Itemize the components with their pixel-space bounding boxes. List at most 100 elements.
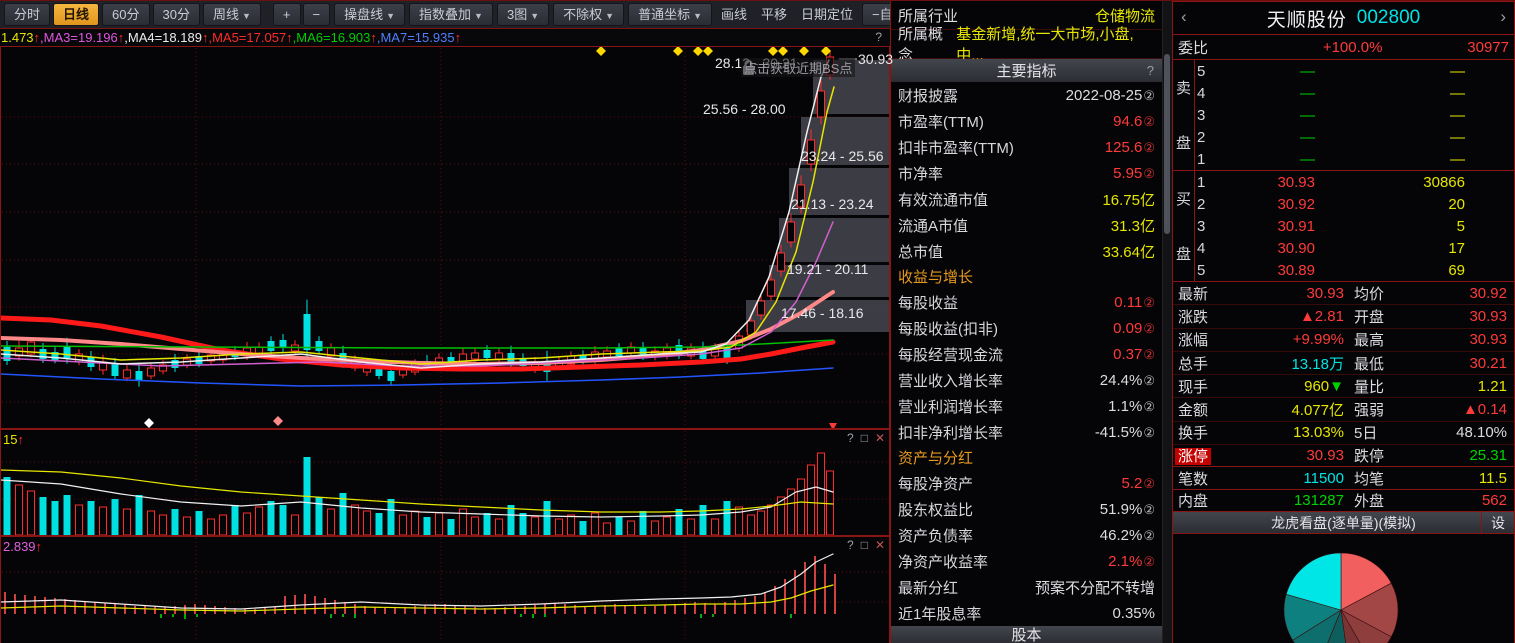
bs-points-tip[interactable]: 点击获取近期BS点: [741, 58, 855, 77]
buy-level-row[interactable]: 230.9220: [1195, 193, 1514, 215]
menu-3图[interactable]: 3图▼: [497, 3, 549, 26]
menu-普通坐标[interactable]: 普通坐标▼: [628, 3, 712, 26]
info-row[interactable]: 最新分红预案不分配不转增: [891, 574, 1162, 600]
buy-level-row[interactable]: 330.915: [1195, 215, 1514, 237]
stat-label: 最高: [1346, 329, 1408, 350]
menu-日期定位[interactable]: 日期定位: [796, 4, 858, 25]
sell-level-row[interactable]: 3——: [1195, 104, 1514, 126]
sell-level-row[interactable]: 1——: [1195, 148, 1514, 170]
info-row-value: 31.3亿: [1111, 215, 1155, 236]
sell-level-row[interactable]: 2——: [1195, 126, 1514, 148]
stat-label: 均价: [1346, 283, 1408, 304]
buy-level-row[interactable]: 430.9017: [1195, 237, 1514, 259]
zoom-out-button[interactable]: −: [303, 3, 331, 26]
info-row[interactable]: 每股净资产5.2②: [891, 470, 1162, 496]
period-tab-60分[interactable]: 60分: [102, 3, 149, 26]
stat-value: 30.93: [1240, 285, 1346, 302]
info-row-value: 24.4%②: [1100, 372, 1155, 389]
info-row[interactable]: 财报披露2022-08-25②: [891, 82, 1162, 108]
period-tab-日线[interactable]: 日线: [53, 3, 99, 26]
main-candlestick-chart[interactable]: 28.12 - 30.2125.56 - 28.0023.24 - 25.562…: [0, 46, 890, 429]
zoom-in-button[interactable]: +: [273, 3, 301, 26]
next-stock-arrow[interactable]: ›: [1500, 7, 1506, 27]
buy-level-row[interactable]: 130.9330866: [1195, 171, 1514, 193]
info-row[interactable]: 净资产收益率2.1%②: [891, 548, 1162, 574]
info-row[interactable]: 营业利润增长率1.1%②: [891, 393, 1162, 419]
stat-row: 最新30.93均价30.92: [1173, 282, 1514, 305]
info-row-value: 94.6②: [1113, 113, 1155, 130]
trading-app-window: 分时日线60分30分周线▼ + − 操盘线▼指数叠加▼3图▼不除权▼普通坐标▼画…: [0, 0, 1515, 643]
info-row[interactable]: 市净率5.95②: [891, 160, 1162, 186]
level-volume: —: [1315, 107, 1465, 124]
indicator-panel[interactable]: 2.839↑ ?□✕: [0, 536, 890, 643]
circled-2-badge: ②: [1143, 554, 1155, 569]
help-icon[interactable]: ?: [847, 538, 854, 552]
stat-value: 48.10%: [1408, 424, 1509, 441]
info-row[interactable]: 近1年股息率0.35%: [891, 600, 1162, 626]
level-price: 30.90: [1219, 240, 1315, 257]
info-row-value: 1.1%②: [1108, 398, 1155, 415]
scrollbar-thumb[interactable]: [1164, 54, 1170, 234]
stat-label: 最低: [1346, 353, 1408, 374]
volume-panel[interactable]: 15↑ ?□✕: [0, 429, 890, 536]
info-row[interactable]: 股东权益比51.9%②: [891, 496, 1162, 522]
settings-button[interactable]: 设: [1481, 512, 1514, 533]
ma-value: ,MA4=18.189: [124, 30, 202, 45]
section-header-main-indicators[interactable]: 主要指标 ?: [891, 59, 1162, 82]
info-row[interactable]: 扣非市盈率(TTM)125.6②: [891, 134, 1162, 160]
period-tab-分时[interactable]: 分时: [4, 3, 50, 26]
info-row-label: 资产负债率: [898, 525, 973, 546]
help-icon[interactable]: ?: [847, 431, 854, 445]
menu-不除权[interactable]: 不除权▼: [553, 3, 624, 26]
info-row-label: 净资产收益率: [898, 551, 988, 572]
help-icon[interactable]: ?: [1147, 63, 1154, 78]
weibi-volume: 30977: [1467, 39, 1509, 56]
period-tab-30分[interactable]: 30分: [153, 3, 200, 26]
level-price: —: [1219, 85, 1315, 102]
info-row[interactable]: 每股收益(扣非)0.09②: [891, 315, 1162, 341]
info-row-label: 股东权益比: [898, 499, 973, 520]
menu-指数叠加[interactable]: 指数叠加▼: [409, 3, 493, 26]
info-row[interactable]: 每股经营现金流0.37②: [891, 341, 1162, 367]
close-icon[interactable]: ✕: [875, 538, 885, 552]
info-row-label: 市净率: [898, 163, 943, 184]
info-row[interactable]: 扣非净利增长率-41.5%②: [891, 419, 1162, 445]
stat-row: 涨停30.93跌停25.31: [1173, 445, 1514, 467]
info-row[interactable]: 市盈率(TTM)94.6②: [891, 108, 1162, 134]
sell-level-row[interactable]: 4——: [1195, 82, 1514, 104]
circled-2-badge: ②: [1143, 399, 1155, 414]
info-row-label: 总市值: [898, 241, 943, 262]
chart-menu-buttons: 操盘线▼指数叠加▼3图▼不除权▼普通坐标▼画线平移日期定位−自选▼: [334, 3, 927, 26]
menu-平移[interactable]: 平移: [756, 4, 792, 25]
info-row[interactable]: 营业收入增长率24.4%②: [891, 367, 1162, 393]
ma-values-row: 1.473↑,MA3=19.196↑,MA4=18.189↑,MA5=17.05…: [0, 29, 890, 46]
menu-操盘线[interactable]: 操盘线▼: [334, 3, 405, 26]
buy-level-row[interactable]: 530.8969: [1195, 259, 1514, 281]
help-icon[interactable]: ?: [875, 29, 882, 46]
info-row[interactable]: 总市值33.64亿: [891, 238, 1162, 264]
price-zone-label: 19.21 - 20.11: [787, 261, 868, 277]
info-row[interactable]: 每股收益0.11②: [891, 289, 1162, 315]
prev-stock-arrow[interactable]: ‹: [1181, 7, 1187, 27]
level-number: 1: [1195, 174, 1219, 191]
info-panel-scrollbar[interactable]: [1162, 1, 1172, 643]
info-row[interactable]: 资产负债率 46.2%②: [891, 522, 1162, 548]
info-row-value: 46.2%②: [1100, 527, 1155, 544]
sell-level-row[interactable]: 5——: [1195, 60, 1514, 82]
info-row[interactable]: 流通A市值31.3亿: [891, 212, 1162, 238]
section-header-share-capital[interactable]: 股本: [891, 626, 1162, 643]
info-row[interactable]: 有效流通市值16.75亿: [891, 186, 1162, 212]
chevron-down-icon: ▼: [474, 11, 483, 21]
menu-画线[interactable]: 画线: [716, 4, 752, 25]
circled-2-badge: ②: [1143, 373, 1155, 388]
stat-value: 30.93: [1240, 447, 1346, 464]
circled-2-badge: ②: [1143, 425, 1155, 440]
chart-toolbar: 分时日线60分30分周线▼ + − 操盘线▼指数叠加▼3图▼不除权▼普通坐标▼画…: [0, 1, 890, 29]
maximize-icon[interactable]: □: [861, 538, 868, 552]
period-tab-周线[interactable]: 周线▼: [203, 3, 261, 26]
level-number: 4: [1195, 85, 1219, 102]
weibi-label: 委比: [1178, 37, 1238, 58]
maximize-icon[interactable]: □: [861, 431, 868, 445]
close-icon[interactable]: ✕: [875, 431, 885, 445]
stat-label: 均笔: [1346, 468, 1408, 489]
